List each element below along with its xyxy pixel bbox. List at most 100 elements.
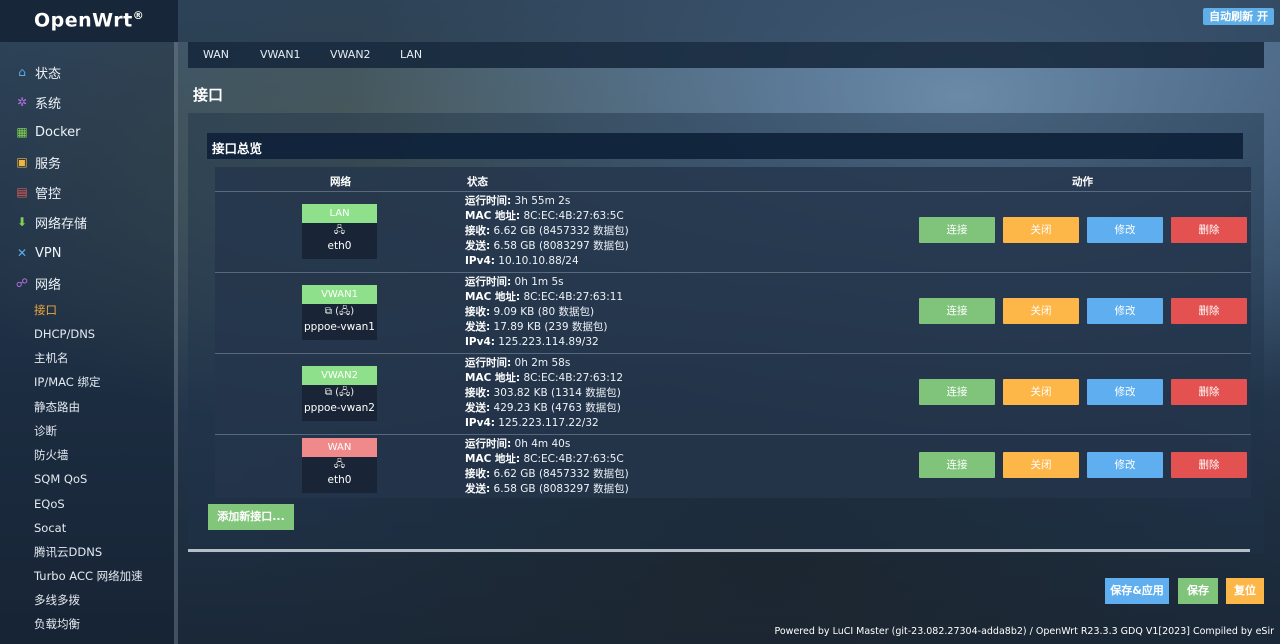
edit-button[interactable]: 修改 [1087, 217, 1163, 243]
rx-value: 6.62 GB (8457332 数据包) [493, 225, 629, 237]
ipv4-value: 125.223.114.89/32 [498, 336, 599, 348]
sidebar-item-services[interactable]: ▣ 服务 [0, 147, 178, 177]
subitem-diagnostics[interactable]: 诊断 [0, 419, 178, 443]
sidebar-item-network[interactable]: ☍ 网络 [0, 268, 178, 298]
subitem-socat[interactable]: Socat [0, 516, 178, 540]
tx-label: 发送: [465, 240, 491, 252]
connect-button[interactable]: 连接 [919, 379, 995, 405]
sidebar-item-control[interactable]: ▤ 管控 [0, 177, 178, 207]
delete-button[interactable]: 删除 [1171, 298, 1247, 324]
download-icon: ⬇ [16, 215, 28, 229]
bridge-port-icon: ⧉ (🖧) [324, 306, 355, 317]
uptime-value: 3h 55m 2s [514, 195, 571, 207]
openwrt-logo[interactable]: OpenWrt® [0, 0, 178, 42]
delete-button[interactable]: 删除 [1171, 379, 1247, 405]
tab-vwan2[interactable]: VWAN2 [330, 48, 371, 61]
delete-button[interactable]: 删除 [1171, 452, 1247, 478]
tab-vwan1[interactable]: VWAN1 [260, 48, 301, 61]
stop-button[interactable]: 关闭 [1003, 452, 1079, 478]
stop-button[interactable]: 关闭 [1003, 379, 1079, 405]
interfaces-table: 网络 状态 动作 LAN 🖧 eth0 运行时间: 3h 55m 2s MAC … [215, 167, 1251, 498]
subitem-load-balancing[interactable]: 负载均衡 [0, 612, 178, 636]
sidebar-item-label: 服务 [35, 156, 62, 172]
subitem-static-routes[interactable]: 静态路由 [0, 395, 178, 419]
edit-button[interactable]: 修改 [1087, 379, 1163, 405]
edit-button[interactable]: 修改 [1087, 452, 1163, 478]
uptime-label: 运行时间: [465, 276, 512, 288]
auto-refresh-button[interactable]: 自动刷新 开 [1203, 8, 1274, 25]
section-title: 接口总览 [207, 133, 1243, 159]
rx-value: 303.82 KB (1314 数据包) [493, 387, 621, 399]
network-icon: ☍ [15, 276, 29, 290]
network-name-label: WAN [302, 438, 377, 457]
subitem-firewall[interactable]: 防火墙 [0, 443, 178, 467]
subitem-eqos[interactable]: EQoS [0, 492, 178, 516]
tab-wan[interactable]: WAN [203, 48, 229, 61]
network-badge: LAN 🖧 eth0 [302, 204, 377, 259]
uptime-label: 运行时间: [465, 357, 512, 369]
subitem-multiwan-dial[interactable]: 多线多拨 [0, 588, 178, 612]
connect-button[interactable]: 连接 [919, 298, 995, 324]
subitem-ip-mac-binding[interactable]: IP/MAC 绑定 [0, 370, 178, 394]
mac-value: 8C:EC:4B:27:63:12 [523, 372, 624, 384]
tx-value: 17.89 KB (239 数据包) [493, 321, 608, 333]
edit-button[interactable]: 修改 [1087, 298, 1163, 324]
subitem-tencent-ddns[interactable]: 腾讯云DDNS [0, 540, 178, 564]
network-name-label: VWAN1 [302, 285, 377, 304]
stop-button[interactable]: 关闭 [1003, 298, 1079, 324]
network-name-label: LAN [302, 204, 377, 223]
sidebar-divider [174, 42, 178, 644]
tx-value: 6.58 GB (8083297 数据包) [493, 483, 629, 495]
rx-label: 接收: [465, 306, 491, 318]
subitem-interfaces[interactable]: 接口 [0, 298, 178, 322]
tx-label: 发送: [465, 483, 491, 495]
connect-button[interactable]: 连接 [919, 452, 995, 478]
save-apply-button[interactable]: 保存&应用 [1105, 578, 1169, 604]
ipv4-label: IPv4: [465, 417, 495, 429]
tx-label: 发送: [465, 402, 491, 414]
status-details: 运行时间: 0h 4m 40s MAC 地址: 8C:EC:4B:27:63:5… [465, 437, 629, 497]
sidebar-item-label: 状态 [35, 66, 62, 82]
subitem-dhcp-dns[interactable]: DHCP/DNS [0, 322, 178, 346]
uptime-label: 运行时间: [465, 438, 512, 450]
network-badge: VWAN1 ⧉ (🖧) pppoe-vwan1 [302, 285, 377, 340]
ethernet-port-icon: 🖧 [333, 459, 346, 470]
sidebar-item-label: 网络 [35, 277, 62, 293]
mac-label: MAC 地址: [465, 210, 521, 222]
sidebar-item-label: VPN [35, 245, 62, 261]
network-badge: VWAN2 ⧉ (🖧) pppoe-vwan2 [302, 366, 377, 421]
sidebar-item-status[interactable]: ⌂ 状态 [0, 57, 178, 87]
connect-button[interactable]: 连接 [919, 217, 995, 243]
delete-button[interactable]: 删除 [1171, 217, 1247, 243]
uptime-value: 0h 1m 5s [514, 276, 564, 288]
rx-label: 接收: [465, 225, 491, 237]
sidebar-item-label: 系统 [35, 96, 62, 112]
column-header-actions: 动作 [1072, 176, 1093, 188]
sidebar-item-system[interactable]: ✲ 系统 [0, 87, 178, 117]
table-row-lan: LAN 🖧 eth0 运行时间: 3h 55m 2s MAC 地址: 8C:EC… [215, 191, 1251, 272]
tab-lan[interactable]: LAN [400, 48, 422, 61]
bridge-port-icon: ⧉ (🖧) [324, 387, 355, 398]
add-interface-button[interactable]: 添加新接口... [208, 504, 294, 530]
subitem-turbo-acc[interactable]: Turbo ACC 网络加速 [0, 564, 178, 588]
uptime-value: 0h 2m 58s [514, 357, 571, 369]
uptime-value: 0h 4m 40s [514, 438, 571, 450]
logo-text: OpenWrt [34, 9, 133, 32]
sidebar-item-docker[interactable]: ▦ Docker [0, 117, 178, 147]
reset-button[interactable]: 复位 [1226, 578, 1264, 604]
save-button[interactable]: 保存 [1178, 578, 1218, 604]
sidebar-item-nas[interactable]: ⬇ 网络存储 [0, 207, 178, 237]
table-row-vwan1: VWAN1 ⧉ (🖧) pppoe-vwan1 运行时间: 0h 1m 5s M… [215, 272, 1251, 353]
column-header-network: 网络 [330, 176, 351, 188]
tx-label: 发送: [465, 321, 491, 333]
mac-value: 8C:EC:4B:27:63:5C [523, 453, 624, 465]
subitem-sqm-qos[interactable]: SQM QoS [0, 467, 178, 491]
ethernet-port-icon: 🖧 [333, 225, 346, 236]
stop-button[interactable]: 关闭 [1003, 217, 1079, 243]
sidebar-item-vpn[interactable]: ✕ VPN [0, 238, 178, 268]
table-row-wan: WAN 🖧 eth0 运行时间: 0h 4m 40s MAC 地址: 8C:EC… [215, 434, 1251, 498]
rx-value: 6.62 GB (8457332 数据包) [493, 468, 629, 480]
mac-value: 8C:EC:4B:27:63:5C [523, 210, 624, 222]
subitem-hostnames[interactable]: 主机名 [0, 346, 178, 370]
monitor-icon: ▣ [16, 155, 28, 169]
